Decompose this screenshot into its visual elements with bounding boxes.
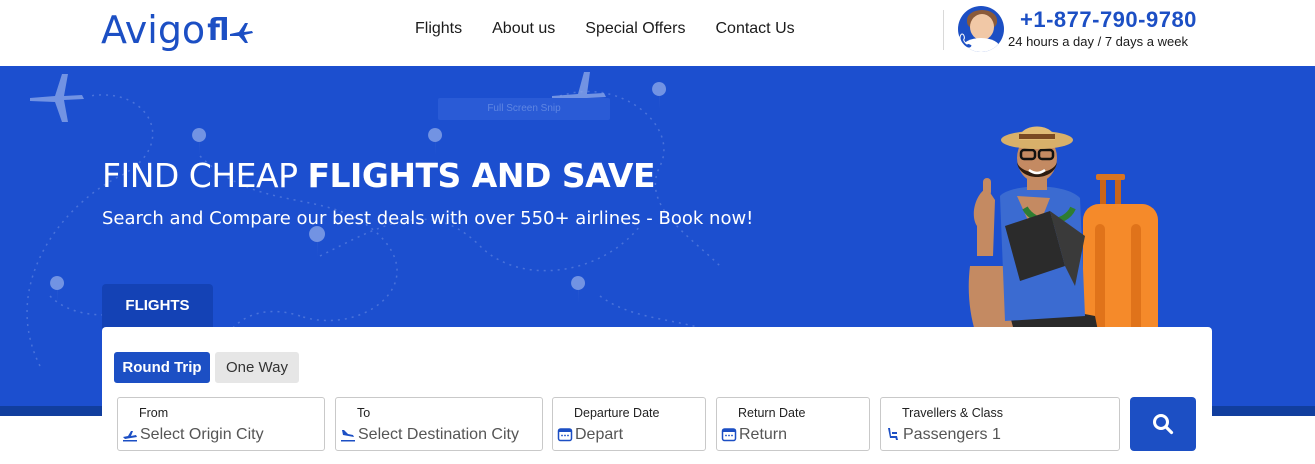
main-nav: Flights About us Special Offers Contact …: [415, 20, 795, 38]
logo-text-part2: fl: [207, 12, 230, 48]
origin-city-field[interactable]: From Select Origin City: [117, 397, 325, 451]
calendar-icon: [557, 428, 573, 442]
hero-subheadline: Search and Compare our best deals with o…: [102, 208, 754, 229]
departure-date-field[interactable]: Departure Date Depart: [552, 397, 706, 451]
round-trip-button[interactable]: Round Trip: [114, 352, 210, 383]
site-header: Avigo fl Flights About us Special Offers…: [0, 0, 1315, 66]
travellers-class-field[interactable]: Travellers & Class Passengers 1: [880, 397, 1120, 451]
search-icon: [1153, 414, 1174, 435]
calendar-icon: [721, 428, 737, 442]
phone-icon: [959, 33, 973, 49]
return-date-label: Return Date: [738, 406, 806, 420]
support-hours: 24 hours a day / 7 days a week: [1008, 34, 1188, 49]
logo-plane-icon: [230, 23, 254, 43]
hero-headline-bold: FLIGHTS AND SAVE: [307, 156, 655, 195]
logo-text-part1: Avigo: [101, 8, 206, 52]
origin-city-input[interactable]: Select Origin City: [140, 426, 264, 444]
travellers-select[interactable]: Passengers 1: [903, 426, 1001, 444]
nav-special-offers[interactable]: Special Offers: [585, 20, 685, 38]
hero-headline-light: FIND CHEAP: [102, 156, 308, 195]
destination-label: To: [357, 406, 371, 420]
departure-date-label: Departure Date: [574, 406, 660, 420]
travellers-class-label: Travellers & Class: [902, 406, 1003, 420]
destination-city-field[interactable]: To Select Destination City: [335, 397, 543, 451]
seat-icon: [888, 428, 898, 440]
one-way-button[interactable]: One Way: [215, 352, 299, 383]
search-button[interactable]: [1130, 397, 1196, 451]
return-date-field[interactable]: Return Date Return: [716, 397, 870, 451]
depart-date-input[interactable]: Depart: [575, 426, 623, 444]
phone-number[interactable]: +1-877-790-9780: [1020, 7, 1197, 33]
takeoff-icon: [123, 431, 137, 442]
header-divider: [943, 10, 944, 50]
return-date-input[interactable]: Return: [739, 426, 787, 444]
hero-headline: FIND CHEAP FLIGHTS AND SAVE: [102, 156, 655, 195]
overlay-snip-label: Full Screen Snip: [438, 98, 610, 120]
tab-flights[interactable]: FLIGHTS: [102, 284, 213, 328]
origin-label: From: [139, 406, 169, 420]
nav-about-us[interactable]: About us: [492, 20, 555, 38]
nav-contact-us[interactable]: Contact Us: [715, 20, 794, 38]
flight-search-card: Round Trip One Way From Select Origin Ci…: [102, 327, 1212, 464]
destination-city-input[interactable]: Select Destination City: [358, 426, 519, 444]
landing-icon: [341, 430, 355, 442]
brand-logo[interactable]: Avigo fl: [101, 6, 255, 54]
nav-flights[interactable]: Flights: [415, 20, 462, 38]
